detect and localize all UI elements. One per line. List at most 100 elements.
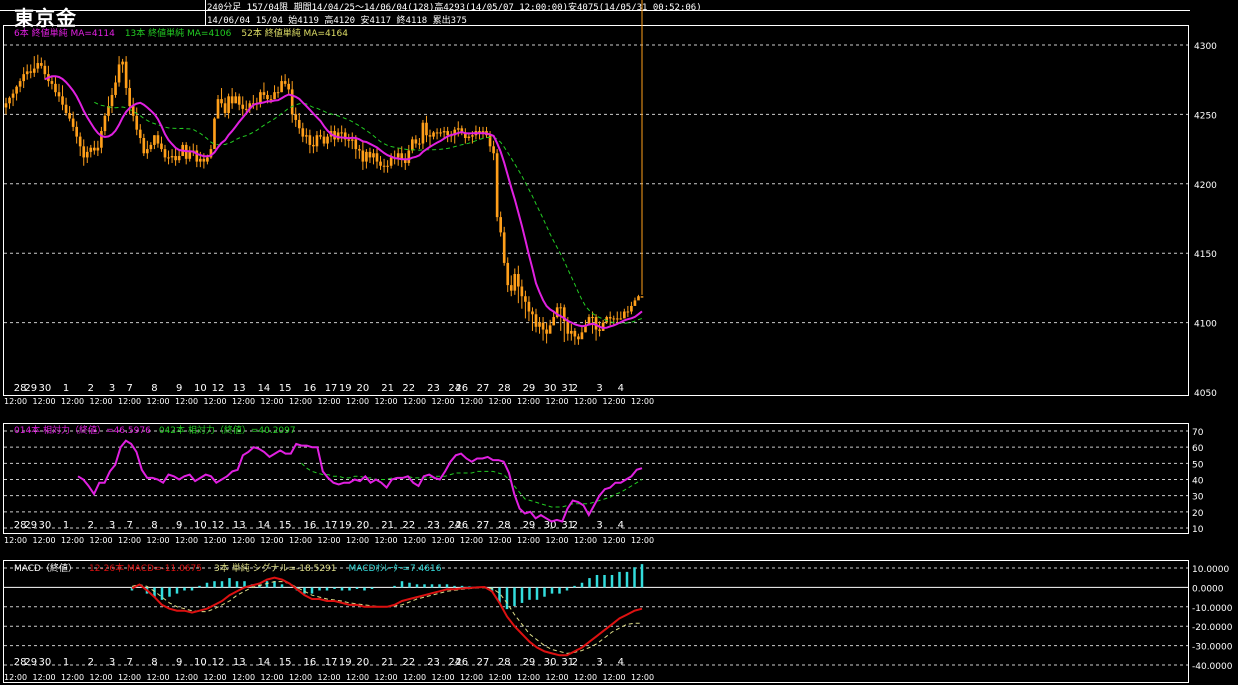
rsi-x-label: 27 <box>477 520 490 531</box>
candle-body <box>177 156 181 161</box>
rsi-y-tick: 30 <box>1192 493 1204 503</box>
candle-body <box>502 232 506 263</box>
macd-time-tick: 12:00 <box>375 673 398 682</box>
candle-body <box>365 151 368 162</box>
price-x-label: 13 <box>233 383 246 394</box>
candle-body <box>591 317 594 319</box>
candle-body <box>548 325 552 334</box>
macd-time-tick: 12:00 <box>261 673 284 682</box>
price-time-tick: 12:00 <box>175 397 198 406</box>
candle-body <box>128 88 131 107</box>
macd-x-label: 4 <box>618 657 624 668</box>
candle-body <box>372 153 375 158</box>
candle-body <box>315 135 319 147</box>
macd-x-label: 12 <box>212 657 225 668</box>
macd-x-label: 15 <box>279 657 292 668</box>
macd-time-tick: 12:00 <box>175 673 198 682</box>
rsi-time-tick: 12:00 <box>574 536 597 545</box>
price-x-label: 28 <box>498 383 511 394</box>
macd-x-label: 16 <box>303 657 316 668</box>
rsi-x-label: 3 <box>109 520 115 531</box>
candle-body <box>11 93 15 98</box>
candle-body <box>517 274 520 287</box>
macd-x-label: 23 <box>427 657 440 668</box>
macd-x-label: 14 <box>258 657 271 668</box>
candle-body <box>425 122 428 136</box>
rsi-time-tick: 12:00 <box>289 536 312 545</box>
price-time-tick: 12:00 <box>375 397 398 406</box>
rsi-x-label: 1 <box>63 520 69 531</box>
candle-body <box>626 311 630 313</box>
candle-body <box>531 311 534 315</box>
macd-x-label: 2 <box>572 657 578 668</box>
ma-legend-0: 6本 終値単純 MA=4114 <box>14 27 115 39</box>
macd-line <box>131 576 643 657</box>
candle-body <box>400 153 404 159</box>
price-y-tick: 4250 <box>1194 111 1217 121</box>
candle-body <box>411 139 414 151</box>
candle-body <box>199 158 202 162</box>
macd-time-tick: 12:00 <box>631 673 654 682</box>
rsi-x-label: 13 <box>233 520 246 531</box>
macd-x-label: 28 <box>498 657 511 668</box>
macd-time-tick: 12:00 <box>61 673 84 682</box>
rsi-x-label: 29 <box>24 520 37 531</box>
candle-body <box>630 305 633 312</box>
macd-time-tick: 12:00 <box>403 673 426 682</box>
rsi-time-tick: 12:00 <box>318 536 341 545</box>
macd-time-tick: 12:00 <box>118 673 141 682</box>
candle-body <box>32 68 36 73</box>
rsi-x-label: 14 <box>258 520 271 531</box>
candle-body <box>36 63 40 69</box>
price-x-label: 4 <box>618 383 624 394</box>
candle-body <box>637 296 640 301</box>
price-time-tick: 12:00 <box>118 397 141 406</box>
rsi-time-tick: 12:00 <box>90 536 113 545</box>
candle-body <box>259 92 262 104</box>
candle-body <box>153 135 156 145</box>
rsi-x-label: 15 <box>279 520 292 531</box>
macd-time-tick: 12:00 <box>546 673 569 682</box>
candle-body <box>358 149 361 151</box>
price-x-label: 23 <box>427 383 440 394</box>
price-x-label: 20 <box>356 383 369 394</box>
price-y-tick: 4150 <box>1194 250 1217 260</box>
price-time-tick: 12:00 <box>517 397 540 406</box>
candle-body <box>269 99 273 101</box>
candle-body <box>509 285 513 291</box>
macd-time-tick: 12:00 <box>147 673 170 682</box>
macd-x-label: 30 <box>38 657 51 668</box>
candle-body <box>100 131 103 148</box>
candle-body <box>276 92 280 94</box>
candle-body <box>138 129 142 138</box>
rsi-x-label: 3 <box>596 520 602 531</box>
rsi-time-tick: 12:00 <box>603 536 626 545</box>
candle-body <box>506 262 510 286</box>
macd-x-label: 30 <box>544 657 557 668</box>
candle-body <box>68 113 71 119</box>
candle-body <box>40 63 43 66</box>
candle-body <box>347 139 351 141</box>
rsi-x-label: 30 <box>38 520 51 531</box>
rsi-042-line <box>301 462 643 508</box>
candle-body <box>163 149 167 158</box>
price-time-tick: 12:00 <box>546 397 569 406</box>
candle-body <box>580 332 584 340</box>
candle-body <box>615 318 619 320</box>
price-time-tick: 12:00 <box>346 397 369 406</box>
candle-body <box>513 274 517 291</box>
price-time-tick: 12:00 <box>432 397 455 406</box>
rsi-x-label: 9 <box>176 520 182 531</box>
rsi-time-tick: 12:00 <box>432 536 455 545</box>
candle-body <box>85 151 89 158</box>
price-y-tick: 4100 <box>1194 320 1217 330</box>
candle-body <box>414 139 418 144</box>
candle-body <box>552 317 555 326</box>
price-x-label: 19 <box>339 383 352 394</box>
rsi-x-label: 22 <box>402 520 415 531</box>
macd-time-tick: 12:00 <box>517 673 540 682</box>
price-x-label: 17 <box>325 383 338 394</box>
candle-body <box>354 139 358 150</box>
macd-y-tick: -10.0000 <box>1192 604 1233 614</box>
rsi-y-tick: 40 <box>1192 477 1204 487</box>
